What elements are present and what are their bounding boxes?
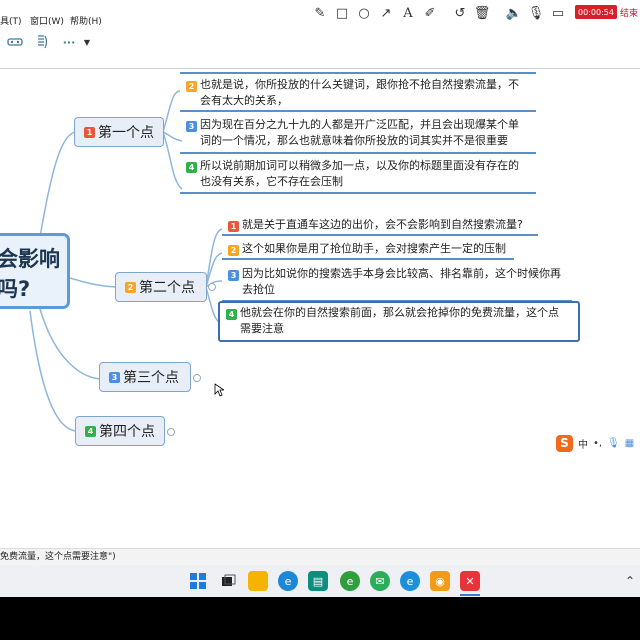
subtopic-text: 去抢位 — [242, 283, 275, 296]
show-hidden-icons-icon[interactable]: ⌃ — [620, 571, 640, 591]
highlighter-icon[interactable]: ✐ — [422, 5, 438, 21]
wechat-icon[interactable]: ✉ — [370, 571, 390, 591]
pen-icon[interactable]: ✎ — [312, 5, 328, 21]
priority-badge-icon: 4 — [186, 162, 197, 173]
active-app-indicator — [460, 594, 480, 596]
mindmap-canvas[interactable]: 会影响 吗? 1 第一个点 2 第二个点 3 第三个点 4 第四个点 2 也就是… — [0, 68, 640, 529]
branch-underline — [180, 152, 536, 154]
ie-browser-icon[interactable]: e — [340, 571, 360, 591]
recorder-toolbar: ✎ □ ○ ↗ A ✐ ↺ 🗑 🔈 🎙 ▭ — [312, 2, 566, 24]
ie-alt-icon[interactable]: e — [400, 571, 420, 591]
subtopic-text: 词的一个情况，那么也就意味着你所投放的词其实并不是很重要 — [200, 134, 508, 147]
photo-app-icon[interactable]: ◉ — [430, 571, 450, 591]
collapse-toggle-icon[interactable] — [167, 428, 175, 436]
central-topic[interactable]: 会影响 吗? — [0, 233, 70, 309]
priority-badge-icon: 3 — [186, 121, 197, 132]
priority-badge-icon: 3 — [228, 270, 239, 281]
square-icon[interactable]: □ — [334, 5, 350, 21]
priority-badge-icon: 4 — [226, 309, 237, 320]
menu-tools[interactable]: 具(T) — [0, 14, 22, 27]
topic-3[interactable]: 3 第三个点 — [99, 362, 191, 392]
subtopic-2-2[interactable]: 2 这个如果你是用了抢位助手，会对搜索产生一定的压制 — [228, 241, 578, 257]
branch-underline — [180, 72, 536, 74]
mic-icon[interactable]: 🎙 — [528, 5, 545, 21]
camera-icon[interactable]: ▭ — [550, 5, 566, 21]
ime-language-toggle[interactable]: 中 — [578, 436, 588, 451]
branch-underline — [180, 192, 536, 194]
collapse-toggle-icon[interactable] — [193, 374, 201, 382]
subtopic-2-1[interactable]: 1 就是关于直通车这边的出价，会不会影响到自然搜索流量? — [228, 217, 578, 233]
subtopic-text: 就是关于直通车这边的出价，会不会影响到自然搜索流量? — [242, 218, 523, 231]
status-text: 免费流量，这个点需要注意") — [0, 552, 116, 562]
status-bar: 免费流量，这个点需要注意") — [0, 548, 640, 566]
priority-badge-icon: 2 — [125, 281, 136, 293]
central-topic-line2: 吗? — [0, 277, 31, 301]
subtopic-1-1[interactable]: 2 也就是说，你所投放的什么关键词，跟你抢不抢自然搜索流量，不 会有太大的关系， — [186, 77, 536, 109]
priority-badge-icon: 2 — [228, 245, 239, 256]
ime-toolbar[interactable]: S 中 •, 🎙 ▦ — [556, 433, 640, 453]
file-explorer-icon[interactable] — [248, 571, 268, 591]
edge-browser-icon[interactable]: e — [278, 571, 298, 591]
outline-view-icon[interactable] — [6, 34, 24, 50]
summary-icon[interactable] — [34, 34, 50, 50]
store-icon[interactable]: ▤ — [308, 571, 328, 591]
priority-badge-icon: 1 — [84, 126, 95, 138]
arrow-icon[interactable]: ↗ — [378, 5, 394, 21]
topic-4-label: 第四个点 — [99, 424, 155, 440]
branch-underline — [222, 234, 538, 236]
branch-underline — [222, 258, 514, 260]
mouse-cursor-icon — [214, 383, 224, 397]
central-topic-line1: 会影响 — [0, 247, 60, 271]
end-recording-button[interactable]: 结束 — [620, 6, 638, 19]
circle-icon[interactable]: ○ — [356, 5, 372, 21]
subtopic-text: 需要注意 — [240, 322, 284, 335]
text-icon[interactable]: A — [400, 5, 416, 21]
ime-keyboard-icon[interactable]: ▦ — [625, 438, 634, 449]
priority-badge-icon: 1 — [228, 221, 239, 232]
topic-1-label: 第一个点 — [98, 125, 154, 141]
subtopic-text: 因为现在百分之九十九的人都是开广泛匹配，并且会出现爆某个单 — [200, 118, 519, 131]
xmind-icon[interactable]: ✕ — [460, 571, 480, 591]
task-view-icon[interactable] — [218, 571, 238, 591]
subtopic-1-2[interactable]: 3 因为现在百分之九十九的人都是开广泛匹配，并且会出现爆某个单 词的一个情况，那… — [186, 117, 536, 149]
priority-badge-icon: 3 — [109, 371, 120, 383]
subtopic-text: 也没有关系，它不存在会压制 — [200, 175, 343, 188]
ime-mic-icon[interactable]: 🎙 — [607, 438, 620, 449]
topic-1[interactable]: 1 第一个点 — [74, 117, 164, 147]
subtopic-text: 他就会在你的自然搜索前面，那么就会抢掉你的免费流量，这个点 — [240, 306, 559, 319]
speaker-icon[interactable]: 🔈 — [506, 5, 522, 21]
menu-window[interactable]: 窗口(W) — [30, 14, 64, 27]
taskbar: e ▤ e ✉ e ◉ ✕ ⌃ — [0, 565, 640, 597]
topic-2[interactable]: 2 第二个点 — [115, 272, 207, 302]
trash-icon[interactable]: 🗑 — [474, 5, 491, 21]
topic-2-label: 第二个点 — [139, 280, 195, 296]
ime-logo-icon[interactable]: S — [556, 434, 573, 452]
recording-time: 00:00:54 — [574, 5, 617, 19]
subtopic-text: 会有太大的关系， — [200, 94, 288, 107]
undo-icon[interactable]: ↺ — [452, 5, 468, 21]
app-toolbar: ··· ▼ — [0, 30, 640, 54]
menu-help[interactable]: 帮助(H) — [70, 14, 102, 27]
recording-timer: 00:00:54 结束 — [574, 5, 638, 19]
subtopic-text: 这个如果你是用了抢位助手，会对搜索产生一定的压制 — [242, 242, 506, 255]
menu-bar: 具(T) 窗口(W) 帮助(H) ✎ □ ○ ↗ A ✐ ↺ 🗑 🔈 🎙 ▭ 0… — [0, 0, 640, 30]
subtopic-1-3[interactable]: 4 所以说前期加词可以稍微多加一点，以及你的标题里面没有存在的 也没有关系，它不… — [186, 158, 536, 190]
priority-badge-icon: 4 — [85, 425, 96, 437]
subtopic-text: 因为比如说你的搜索选手本身会比较高、排名靠前，这个时候你再 — [242, 267, 561, 280]
subtopic-text: 也就是说，你所投放的什么关键词，跟你抢不抢自然搜索流量，不 — [200, 78, 519, 91]
subtopic-2-3[interactable]: 3 因为比如说你的搜索选手本身会比较高、排名靠前，这个时候你再 去抢位 — [228, 266, 578, 298]
ime-punctuation-toggle[interactable]: •, — [593, 438, 602, 449]
collapse-toggle-icon[interactable] — [208, 283, 216, 291]
dropdown-chevron-icon[interactable]: ▼ — [82, 34, 92, 50]
subtopic-text: 所以说前期加词可以稍微多加一点，以及你的标题里面没有存在的 — [200, 159, 519, 172]
windows-start-icon[interactable] — [188, 571, 208, 591]
branch-underline — [180, 110, 536, 112]
more-icon[interactable]: ··· — [60, 34, 78, 50]
topic-3-label: 第三个点 — [123, 370, 179, 386]
screen: 具(T) 窗口(W) 帮助(H) ✎ □ ○ ↗ A ✐ ↺ 🗑 🔈 🎙 ▭ 0… — [0, 0, 640, 640]
subtopic-2-4[interactable]: 4 他就会在你的自然搜索前面，那么就会抢掉你的免费流量，这个点 需要注意 — [226, 305, 576, 337]
priority-badge-icon: 2 — [186, 81, 197, 92]
topic-4[interactable]: 4 第四个点 — [75, 416, 165, 446]
bottom-letterbox — [0, 597, 640, 640]
